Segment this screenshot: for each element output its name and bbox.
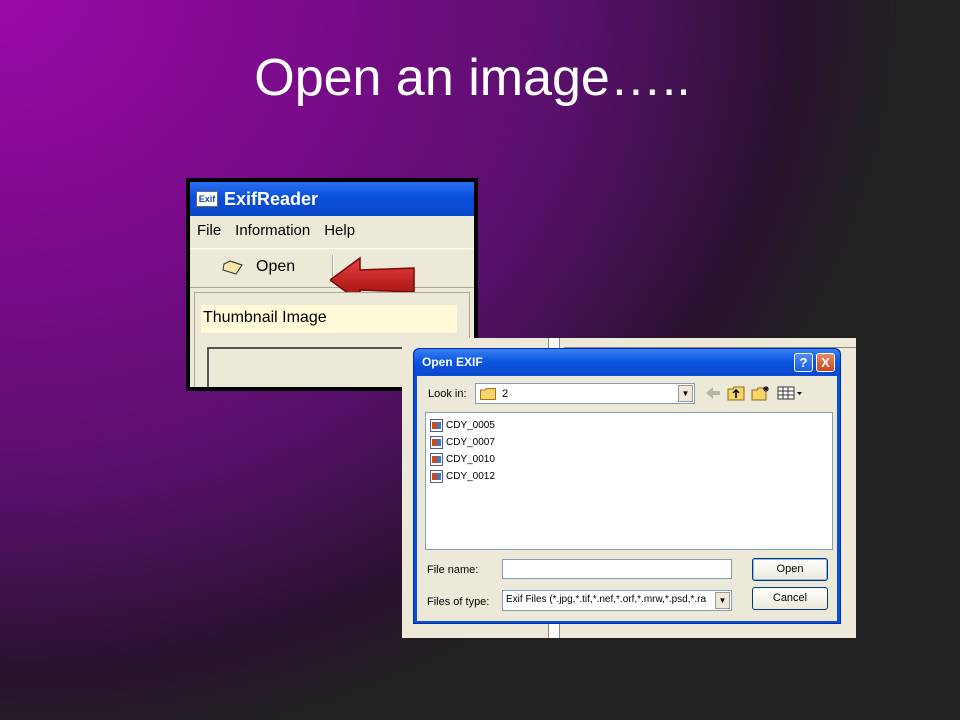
- menu-file[interactable]: File: [190, 220, 228, 244]
- up-folder-icon[interactable]: [727, 385, 745, 401]
- file-list[interactable]: CDY_0005 CDY_0007 CDY_0010 CDY_0012: [425, 412, 833, 550]
- list-item[interactable]: CDY_0010: [430, 451, 828, 468]
- files-of-type-dropdown[interactable]: Exif Files (*.jpg,*.tif,*.nef,*.orf,*.mr…: [502, 590, 732, 611]
- chevron-down-icon[interactable]: ▼: [678, 385, 693, 402]
- chevron-down-icon[interactable]: ▼: [715, 592, 730, 609]
- files-of-type-label: Files of type:: [427, 596, 490, 608]
- list-item[interactable]: CDY_0007: [430, 434, 828, 451]
- file-name: CDY_0007: [446, 437, 495, 448]
- exifreader-titlebar: Exif ExifReader: [190, 182, 474, 216]
- view-menu-icon[interactable]: [777, 386, 803, 400]
- image-file-icon: [430, 419, 443, 432]
- toolbar-open-button[interactable]: Open: [222, 258, 295, 276]
- dialog-title: Open EXIF: [422, 355, 483, 369]
- cancel-button[interactable]: Cancel: [752, 587, 828, 610]
- dialog-body: Look in: 2 ▼ CDY_0005 CDY_0007 CDY_0010 …: [417, 376, 837, 621]
- close-button[interactable]: X: [816, 353, 835, 372]
- file-name-input[interactable]: [502, 559, 732, 579]
- menu-help[interactable]: Help: [317, 220, 362, 244]
- thumbnail-label: Thumbnail Image: [201, 305, 457, 333]
- exifreader-menubar: File Information Help: [190, 220, 362, 244]
- look-in-dropdown[interactable]: 2 ▼: [475, 383, 695, 404]
- image-file-icon: [430, 470, 443, 483]
- open-folder-icon: [222, 259, 243, 275]
- menu-information[interactable]: Information: [228, 220, 317, 244]
- open-exif-screenshot: Open EXIF ? X Look in: 2 ▼ CDY_0005 CDY_…: [402, 338, 856, 638]
- exifreader-title: ExifReader: [224, 188, 319, 209]
- open-button[interactable]: Open: [752, 558, 828, 581]
- open-exif-dialog: Open EXIF ? X Look in: 2 ▼ CDY_0005 CDY_…: [413, 348, 841, 624]
- list-item[interactable]: CDY_0005: [430, 417, 828, 434]
- file-name: CDY_0010: [446, 454, 495, 465]
- help-button[interactable]: ?: [794, 353, 813, 372]
- look-in-value: 2: [502, 387, 509, 400]
- back-arrow-icon[interactable]: [705, 386, 721, 400]
- file-name: CDY_0012: [446, 471, 495, 482]
- folder-icon: [480, 387, 496, 400]
- slide-title: Open an image…..: [254, 49, 691, 107]
- dialog-nav-toolbar: [705, 385, 803, 401]
- image-file-icon: [430, 453, 443, 466]
- exif-app-icon: Exif: [196, 191, 218, 207]
- list-item[interactable]: CDY_0012: [430, 468, 828, 485]
- files-of-type-value: Exif Files (*.jpg,*.tif,*.nef,*.orf,*.mr…: [506, 594, 707, 605]
- new-folder-icon[interactable]: [751, 385, 771, 401]
- toolbar-open-label: Open: [256, 258, 296, 275]
- file-name-label: File name:: [427, 564, 479, 576]
- image-file-icon: [430, 436, 443, 449]
- look-in-label: Look in:: [428, 388, 467, 400]
- file-name: CDY_0005: [446, 420, 495, 431]
- dialog-titlebar: Open EXIF: [414, 349, 840, 375]
